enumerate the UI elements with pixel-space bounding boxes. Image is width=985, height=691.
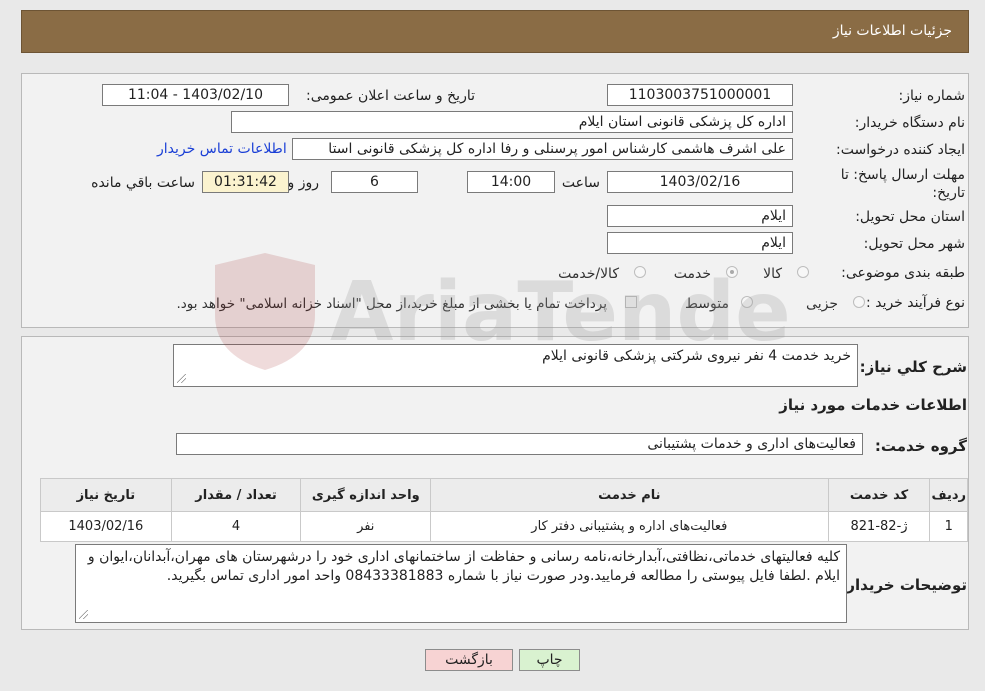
city-label: شهر محل تحویل:	[863, 236, 965, 252]
city-field: ایلام	[607, 232, 793, 254]
buyer-notes-field: کلیه فعالیتهای خدماتی،نظافتی،آبدارخانه،ن…	[75, 544, 847, 623]
buyer-org-field: اداره کل پزشکی قانونی استان ایلام	[231, 111, 793, 133]
treasury-payment-note: پرداخت تمام یا بخشی از مبلغ خرید،از محل …	[176, 296, 607, 312]
service-group-label: گروه خدمت:	[874, 437, 967, 455]
header-row-number: ردیف	[929, 478, 968, 512]
services-table: ردیف کد خدمت نام خدمت واحد اندازه گیری ت…	[40, 478, 968, 542]
creator-label: ایجاد کننده درخواست:	[836, 142, 965, 158]
treasury-payment-checkbox[interactable]	[625, 296, 637, 308]
category-radio-service[interactable]	[726, 266, 738, 278]
category-option-goods: کالا	[763, 266, 782, 282]
process-radio-minor[interactable]	[853, 296, 865, 308]
category-label: طبقه بندی موضوعی:	[841, 265, 965, 281]
buyer-notes-label: توضیحات خریدار:	[840, 576, 967, 594]
deadline-label: مهلت ارسال پاسخ: تا تاریخ:	[840, 167, 965, 201]
need-number-label: شماره نیاز:	[898, 88, 966, 104]
services-heading: اطلاعات خدمات مورد نياز	[779, 396, 967, 414]
back-button[interactable]: بازگشت	[425, 649, 513, 671]
process-label: نوع فرآیند خرید :	[866, 295, 965, 311]
header-quantity: تعداد / مقدار	[170, 478, 302, 512]
cell-quantity: 4	[170, 511, 302, 542]
cell-service-name: فعالیت‌های اداره و پشتیبانی دفتر کار	[430, 511, 829, 542]
header-need-date: تاریخ نیاز	[40, 478, 172, 512]
process-option-medium: متوسط	[685, 296, 729, 312]
page-header: جزئیات اطلاعات نیاز	[21, 10, 969, 53]
category-option-goods-service: کالا/خدمت	[558, 266, 619, 282]
remaining-time-label: ساعت باقي مانده	[91, 175, 195, 191]
resize-grip-icon[interactable]	[177, 374, 186, 383]
process-radio-medium[interactable]	[741, 296, 753, 308]
header-unit: واحد اندازه گیری	[300, 478, 432, 512]
need-number-field: 1103003751000001	[607, 84, 793, 106]
announce-label: تاریخ و ساعت اعلان عمومی:	[306, 88, 475, 104]
table-header-row: ردیف کد خدمت نام خدمت واحد اندازه گیری ت…	[40, 478, 968, 512]
table-row: 1 ژ-82-821 فعالیت‌های اداره و پشتیبانی د…	[40, 511, 968, 542]
page-title: جزئیات اطلاعات نیاز	[832, 23, 952, 39]
header-service-name: نام خدمت	[430, 478, 829, 512]
header-service-code: کد خدمت	[827, 478, 931, 512]
province-label: استان محل تحویل:	[855, 209, 965, 225]
buyer-contact-link[interactable]: اطلاعات تماس خریدار	[157, 141, 287, 157]
cell-need-date: 1403/02/16	[40, 511, 172, 542]
need-summary-label: شرح کلي نياز:	[859, 358, 967, 376]
process-option-minor: جزیی	[806, 296, 838, 312]
need-summary-field: خرید خدمت 4 نفر نیروی شرکتی پزشکی قانونی…	[173, 344, 858, 387]
service-group-field: فعالیت‌های اداری و خدمات پشتیبانی	[176, 433, 863, 455]
cell-row-number: 1	[929, 511, 968, 542]
buyer-org-label: نام دستگاه خریدار:	[854, 115, 965, 131]
deadline-date-field: 1403/02/16	[607, 171, 793, 193]
category-radio-goods[interactable]	[797, 266, 809, 278]
cell-service-code: ژ-82-821	[827, 511, 931, 542]
resize-grip-icon[interactable]	[79, 610, 88, 619]
deadline-time-field: 14:00	[467, 171, 555, 193]
print-button[interactable]: چاپ	[519, 649, 580, 671]
buyer-notes-text: کلیه فعالیتهای خدماتی،نظافتی،آبدارخانه،ن…	[87, 549, 840, 584]
creator-field: علی اشرف هاشمی کارشناس امور پرسنلی و رفا…	[292, 138, 793, 160]
province-field: ایلام	[607, 205, 793, 227]
deadline-time-label: ساعت	[561, 175, 600, 191]
announce-field: 1403/02/10 - 11:04	[102, 84, 289, 106]
category-option-service: خدمت	[673, 266, 711, 282]
days-label: روز و	[287, 175, 320, 191]
days-field: 6	[331, 171, 418, 193]
category-radio-goods-service[interactable]	[634, 266, 646, 278]
remaining-time-field: 01:31:42	[202, 171, 289, 193]
cell-unit: نفر	[300, 511, 432, 542]
need-summary-text: خرید خدمت 4 نفر نیروی شرکتی پزشکی قانونی…	[542, 348, 851, 364]
